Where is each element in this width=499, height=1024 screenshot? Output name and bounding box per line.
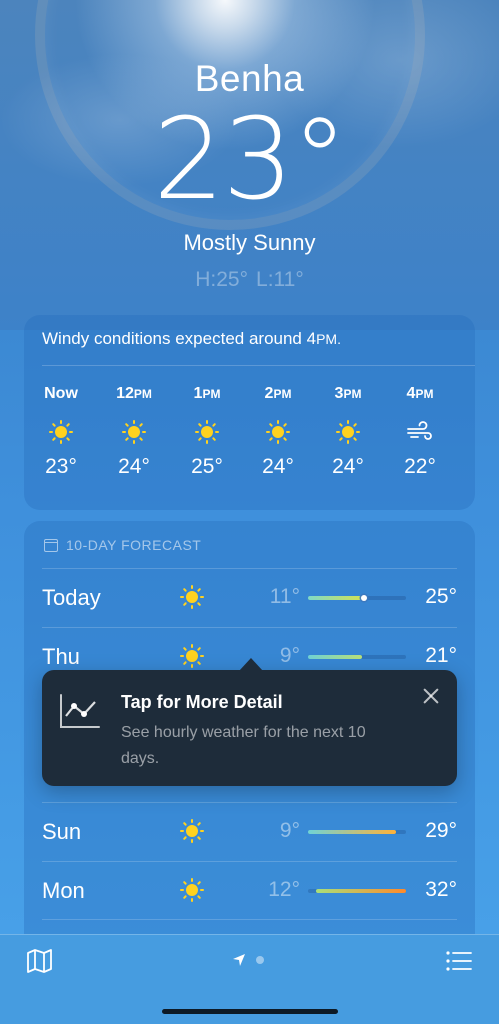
temperature-range-bar [308, 595, 406, 601]
sun-icon [122, 420, 146, 444]
hour-temp: 22° [404, 455, 436, 478]
hour-temp: 24° [332, 455, 364, 478]
forecast-low: 12° [268, 878, 300, 901]
chart-icon [60, 694, 100, 728]
hourly-scroller[interactable]: Now 23° 12PM 24° 1PM 25° 2PM 24° 3PM 24°… [24, 385, 475, 495]
row-divider [42, 919, 457, 920]
page-dot [256, 956, 264, 964]
forecast-day: Today [42, 585, 101, 610]
tooltip-title: Tap for More Detail [121, 692, 283, 712]
map-icon[interactable] [26, 949, 53, 973]
page-indicator[interactable] [232, 953, 264, 967]
hourly-forecast-card[interactable]: Windy conditions expected around 4PM. No… [24, 315, 475, 510]
alert-text-main: Windy conditions expected around 4 [42, 329, 317, 348]
forecast-high: 25° [425, 585, 457, 608]
temperature-range-bar [308, 889, 406, 893]
temperature-range-bar [308, 830, 406, 834]
hour-temp: 24° [118, 455, 150, 478]
forecast-low: 11° [269, 585, 300, 608]
close-icon[interactable] [423, 688, 439, 704]
sun-icon [180, 878, 204, 902]
temperature-range-fill [308, 596, 367, 600]
hour-temp: 23° [45, 455, 77, 478]
hour-item-partial: 5 2 [462, 385, 475, 479]
hourly-divider [42, 365, 475, 366]
hour-time: Now [44, 385, 78, 402]
hour-temp: 25° [191, 455, 223, 478]
forecast-day: Sun [42, 819, 82, 844]
forecast-high: 32° [425, 878, 457, 901]
forecast-header: 10-DAY FORECAST [44, 537, 201, 553]
temperature-range-fill [308, 830, 397, 834]
hour-item: 3PM 24° [318, 385, 378, 479]
sun-icon [49, 420, 73, 444]
sun-icon [180, 585, 204, 609]
sun-icon [180, 644, 204, 668]
hour-item: 1PM 25° [177, 385, 237, 479]
alert-text-suffix: PM. [316, 331, 341, 347]
location-arrow-icon [233, 954, 245, 966]
sun-icon [266, 420, 290, 444]
more-detail-tooltip[interactable]: Tap for More Detail See hourly weather f… [42, 658, 457, 786]
hour-item: 12PM 24° [104, 385, 164, 479]
wind-icon [407, 421, 432, 440]
list-icon[interactable] [446, 951, 472, 971]
hour-item: 2PM 24° [248, 385, 308, 479]
current-temperature: 23° [153, 95, 348, 225]
temperature-range-bar [308, 655, 406, 659]
high-low: H:25° L:11° [0, 268, 499, 292]
current-condition: Mostly Sunny [183, 230, 316, 255]
forecast-day: Thu [42, 644, 80, 669]
forecast-day: Mon [42, 878, 85, 903]
temperature-range-fill [308, 655, 362, 659]
high-temperature: H:25° [195, 268, 249, 291]
weather-alert-text: Windy conditions expected around 4PM. [42, 329, 341, 349]
low-temperature: L:11° [256, 268, 304, 291]
sun-icon [180, 819, 204, 843]
sun-icon [336, 420, 360, 444]
hour-temp: 2 [462, 455, 475, 479]
temperature-range-fill [315, 889, 406, 893]
forecast-title: 10-DAY FORECAST [66, 537, 202, 553]
sun-icon [195, 420, 219, 444]
forecast-low: 9° [279, 819, 300, 842]
hour-item: Now 23° [31, 385, 91, 479]
forecast-row-sun[interactable]: Sun 9° 29° [42, 802, 457, 860]
city-name: Benha [194, 58, 305, 99]
current-weather-header: Benha 23° Mostly Sunny H:25° L:11° [0, 58, 499, 292]
hour-item: 4PM 22° [390, 385, 450, 479]
forecast-row-today[interactable]: Today 11° 25° [42, 568, 457, 626]
tooltip-body: See hourly weather for the next 10 days. [121, 724, 366, 767]
current-temperature-dot [360, 595, 367, 601]
hour-time: 12 [116, 385, 134, 402]
forecast-high: 29° [425, 819, 457, 842]
hour-temp: 24° [262, 455, 294, 478]
home-indicator[interactable] [162, 1009, 338, 1014]
forecast-high: 21° [425, 644, 457, 667]
forecast-row-mon[interactable]: Mon 12° 32° [42, 861, 457, 919]
calendar-icon [44, 538, 58, 552]
